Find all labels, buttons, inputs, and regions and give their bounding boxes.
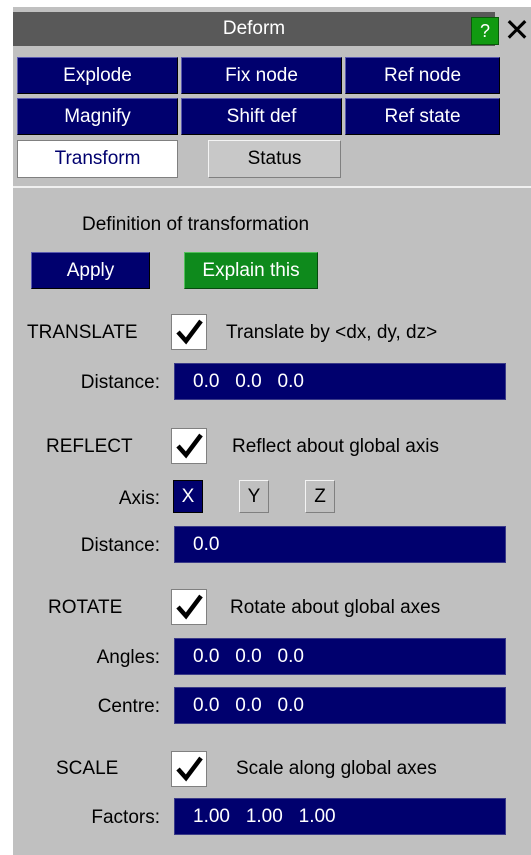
translate-description: Translate by <dx, dy, dz> (226, 322, 438, 343)
axis-label: Axis: (118, 488, 160, 509)
rotate-description: Rotate about global axes (230, 597, 441, 618)
fix-node-button[interactable]: Fix node (181, 57, 342, 94)
explode-button[interactable]: Explode (17, 57, 178, 94)
ref-node-button[interactable]: Ref node (345, 57, 500, 94)
factors-label: Factors: (91, 807, 160, 828)
checkmark-icon (176, 433, 203, 459)
apply-button[interactable]: Apply (31, 252, 150, 289)
axis-y-button[interactable]: Y (239, 480, 269, 513)
checkmark-icon (176, 756, 203, 782)
rotate-checkbox[interactable] (171, 589, 207, 625)
centre-label: Centre: (97, 696, 160, 717)
translate-distance-label: Distance: (80, 372, 160, 393)
section-heading: Definition of transformation (82, 214, 310, 235)
reflect-checkbox[interactable] (171, 428, 207, 464)
explain-this-button[interactable]: Explain this (184, 252, 318, 289)
rotate-label: ROTATE (48, 597, 123, 618)
centre-field[interactable]: 0.0 0.0 0.0 (174, 687, 506, 724)
scale-label: SCALE (56, 758, 119, 779)
reflect-description: Reflect about global axis (232, 436, 440, 457)
scale-checkbox[interactable] (171, 751, 207, 787)
shift-def-button[interactable]: Shift def (181, 98, 342, 135)
checkmark-icon (176, 594, 203, 620)
factors-field[interactable]: 1.00 1.00 1.00 (174, 798, 506, 835)
help-button[interactable]: ? (471, 17, 499, 45)
tab-transform[interactable]: Transform (17, 140, 178, 178)
reflect-distance-field[interactable]: 0.0 (174, 526, 506, 563)
close-icon[interactable]: ✕ (503, 12, 531, 48)
angles-label: Angles: (96, 647, 160, 668)
window-title: Deform (13, 12, 495, 46)
magnify-button[interactable]: Magnify (17, 98, 178, 135)
angles-field[interactable]: 0.0 0.0 0.0 (174, 638, 506, 675)
tab-status[interactable]: Status (208, 140, 341, 178)
scale-description: Scale along global axes (236, 758, 437, 779)
axis-z-button[interactable]: Z (305, 480, 335, 513)
axis-x-button[interactable]: X (173, 480, 203, 513)
tab-divider (13, 186, 531, 188)
checkmark-icon (176, 319, 203, 345)
ref-state-button[interactable]: Ref state (345, 98, 500, 135)
translate-distance-field[interactable]: 0.0 0.0 0.0 (174, 363, 506, 400)
reflect-label: REFLECT (46, 436, 133, 457)
translate-label: TRANSLATE (27, 322, 138, 343)
reflect-distance-label: Distance: (80, 535, 160, 556)
translate-checkbox[interactable] (171, 314, 207, 350)
